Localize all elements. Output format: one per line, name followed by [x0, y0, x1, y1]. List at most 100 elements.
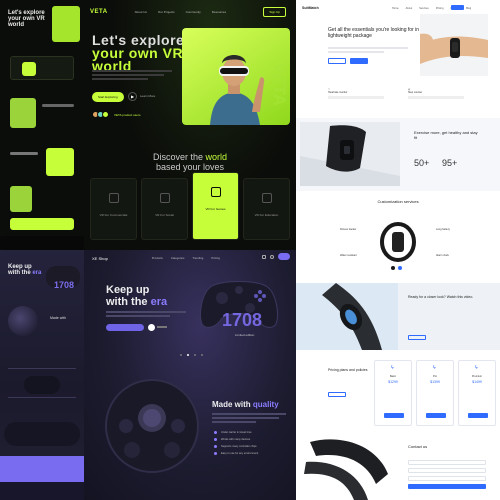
monitor-icon: [108, 193, 119, 203]
carousel-dot[interactable]: [194, 354, 196, 356]
color-swatch[interactable]: [391, 266, 395, 270]
xe-shop-landing-page: XE Shop Products Categories Trending Pri…: [84, 250, 296, 500]
fit-email-input[interactable]: [408, 468, 486, 473]
fit-message-input[interactable]: [408, 476, 486, 481]
vr-thumbnail-preview: Let's explore your own VR world: [0, 0, 84, 250]
vr-thumb-footer: [0, 236, 84, 250]
fit-feature-card: ◎ Step counter: [408, 88, 478, 110]
list-item: Under carrier in travel time: [214, 431, 258, 434]
xe-nav-links: Products Categories Trending Pricing: [152, 256, 220, 260]
list-item: Easy to use for any environment: [214, 452, 258, 455]
book-icon: [261, 193, 272, 203]
fit-send-button[interactable]: [408, 484, 486, 489]
bolt-icon: ϟ: [475, 365, 478, 371]
fit-nav-blog[interactable]: Blog: [466, 7, 471, 10]
gamepad-icon: [210, 187, 221, 197]
vr-discover-heading: Discover the world based your loves: [152, 152, 228, 172]
play-icon[interactable]: [148, 324, 155, 331]
cart-icon[interactable]: [262, 255, 266, 259]
fit-feature-card: ♡ Heartrate monitor: [328, 88, 398, 110]
fit-logo[interactable]: SuitMatch: [302, 6, 319, 10]
fit-nav-home[interactable]: Home: [392, 7, 399, 10]
vr-logo[interactable]: VETA: [90, 9, 108, 15]
fitness-band-landing-page: SuitMatch Home About Services Pricing Co…: [296, 0, 500, 500]
xe-quality-heading: Made with quality: [212, 400, 279, 409]
xe-nav-products[interactable]: Products: [152, 256, 163, 260]
xe-feature-list: Under carrier in travel time Works with …: [214, 431, 258, 459]
xe-price-label: Limited edition: [235, 333, 255, 337]
fit-service-item: Water resistant: [340, 254, 357, 257]
xe-thumb-sphere: [8, 306, 38, 336]
bullet-icon: [214, 431, 217, 434]
xe-nav-pricing[interactable]: Pricing: [211, 256, 220, 260]
fit-nav-about[interactable]: About: [406, 7, 413, 10]
vr-category-games[interactable]: VR For Games: [192, 172, 239, 240]
vr-learn-more-link[interactable]: Learn More: [140, 94, 155, 98]
carousel-dot[interactable]: [187, 354, 189, 356]
vr-thumb-image: [46, 148, 74, 176]
xe-thumb-heading: Made with: [50, 316, 66, 320]
carousel-dot[interactable]: [180, 354, 182, 356]
xe-shop-now-button[interactable]: [106, 324, 144, 331]
xe-carousel-dots: [180, 354, 203, 356]
vr-thumb-image: [10, 186, 32, 212]
xe-thumb-banner: [0, 456, 84, 482]
vr-category-commercials[interactable]: VR For Commercials: [90, 178, 137, 240]
vr-category-education[interactable]: VR For Education: [243, 178, 290, 240]
fit-watch-video-button[interactable]: [408, 335, 426, 340]
fit-service-item: Long battery: [436, 228, 450, 231]
vr-nav-resources[interactable]: Resources: [212, 10, 226, 14]
xe-thumb-price: 1708: [54, 280, 75, 290]
bolt-icon: ϟ: [391, 365, 394, 371]
fit-learn-more-button[interactable]: [328, 58, 346, 64]
fit-hero-description: [328, 47, 408, 53]
xe-nav-trending[interactable]: Trending: [192, 256, 203, 260]
xe-thumb-controllers: [4, 422, 80, 446]
fit-buy-now-button[interactable]: [350, 58, 368, 64]
vr-nav-community[interactable]: Community: [186, 10, 201, 14]
fit-service-item: Alarm clock: [436, 254, 449, 257]
search-icon[interactable]: [270, 255, 274, 259]
vr-headset-person-image: [210, 55, 265, 125]
fit-plan-select-button[interactable]: [426, 413, 446, 418]
xe-thumb-controller: [24, 376, 60, 394]
bolt-icon: ϟ: [433, 365, 436, 371]
vr-start-exploring-button[interactable]: Start Exploring: [92, 92, 124, 102]
vr-signup-button[interactable]: Sign Up: [263, 7, 286, 17]
xe-hero-description: [106, 311, 186, 317]
fit-nav-services[interactable]: Services: [419, 7, 429, 10]
fit-name-input[interactable]: [408, 460, 486, 465]
fit-nav-cta-button[interactable]: [451, 5, 464, 10]
xe-nav-categories[interactable]: Categories: [171, 256, 185, 260]
vr-thumb-image: [10, 98, 36, 128]
bullet-icon: [214, 445, 217, 448]
fit-pricing-button[interactable]: [328, 392, 346, 397]
color-swatch[interactable]: [398, 266, 402, 270]
fit-device-heading: Exercise more, get healthy and stay fit: [414, 130, 478, 140]
fit-device-image: [300, 122, 400, 186]
fit-pricing-card: ϟ Pro $1399: [416, 360, 454, 426]
fit-hero-title: Get all the essentials you're looking fo…: [328, 27, 424, 39]
xe-logo[interactable]: XE Shop: [92, 256, 108, 261]
play-icon[interactable]: ▶: [128, 92, 137, 101]
vr-nav-projects[interactable]: Our Projects: [158, 10, 175, 14]
fit-plan-select-button[interactable]: [468, 413, 488, 418]
fit-plan-select-button[interactable]: [384, 413, 404, 418]
fit-nav-pricing[interactable]: Pricing: [436, 7, 444, 10]
vr-thumb-banner: [10, 218, 74, 230]
xe-watch-label[interactable]: [157, 326, 167, 328]
vr-nav-about[interactable]: About Us: [135, 10, 147, 14]
vr-thumb-title: Let's explore your own VR world: [8, 10, 45, 28]
xe-hero-title: Keep up with the era: [106, 284, 168, 308]
vr-category-social[interactable]: VR For Social: [141, 178, 188, 240]
bullet-icon: [214, 438, 217, 441]
fit-stat-value: 50+: [414, 158, 430, 168]
fit-pricing-card: ϟ Premium $1499: [458, 360, 496, 426]
xe-signin-button[interactable]: [278, 253, 290, 260]
xe-price-display: 1708: [222, 310, 263, 330]
vr-thumb-hero-image: [52, 6, 80, 42]
vr-thumb-card: [22, 62, 36, 76]
carousel-dot[interactable]: [201, 354, 203, 356]
vr-user-avatars: [92, 111, 109, 118]
people-icon: [159, 193, 170, 203]
